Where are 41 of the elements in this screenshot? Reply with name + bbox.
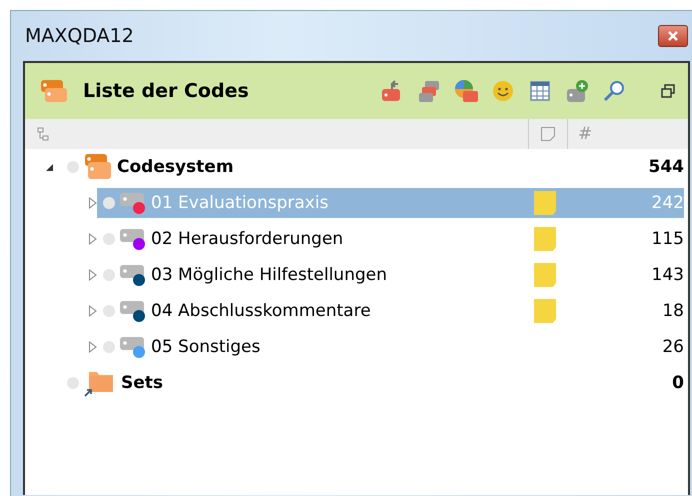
code-count: 26: [661, 337, 684, 357]
expand-arrow-icon[interactable]: [88, 233, 98, 245]
search-icon[interactable]: [602, 79, 626, 103]
activation-dot[interactable]: [103, 269, 115, 281]
activation-dot[interactable]: [67, 161, 79, 173]
tree-item[interactable]: Codesystem: [117, 157, 534, 177]
code-row[interactable]: 05 Sonstiges 26: [97, 332, 684, 362]
tags-icon: [83, 153, 113, 181]
activation-dot[interactable]: [103, 341, 115, 353]
restore-icon[interactable]: [660, 83, 676, 99]
tags-icon: [39, 78, 69, 104]
code-row[interactable]: 04 Abschlusskommentare 18: [97, 296, 684, 326]
table-icon[interactable]: [528, 79, 552, 103]
close-icon: [668, 31, 678, 41]
tag-add-icon[interactable]: [565, 79, 589, 103]
activation-dot[interactable]: [103, 233, 115, 245]
code-count: 544: [648, 157, 684, 177]
code-count: 242: [650, 193, 684, 213]
window-title: MAXQDA12: [25, 25, 134, 47]
tree-item[interactable]: Sets: [121, 373, 534, 393]
code-count: 0: [671, 373, 684, 393]
expand-arrow-icon[interactable]: [88, 269, 98, 281]
activation-dot[interactable]: [103, 305, 115, 317]
collapse-arrow-icon[interactable]: [44, 162, 54, 172]
activation-dot[interactable]: [67, 377, 79, 389]
close-button[interactable]: [658, 25, 688, 47]
code-row[interactable]: 03 Mögliche Hilfestellungen 143: [97, 260, 684, 290]
memo-column-icon[interactable]: [540, 126, 556, 142]
color-tag-icon[interactable]: [454, 79, 478, 103]
tags-icon[interactable]: [417, 79, 441, 103]
code-count: 18: [661, 301, 684, 321]
expand-arrow-icon[interactable]: [88, 341, 98, 353]
expand-arrow-icon[interactable]: [88, 305, 98, 317]
code-row[interactable]: 02 Herausforderungen 115: [97, 224, 684, 254]
smiley-icon[interactable]: [491, 79, 515, 103]
code-count: 143: [650, 265, 684, 285]
code-count: 115: [650, 229, 684, 249]
panel-title: Liste der Codes: [83, 80, 250, 102]
activation-dot[interactable]: [103, 197, 115, 209]
expand-arrow-icon[interactable]: [88, 197, 98, 209]
hierarchy-icon[interactable]: [37, 127, 49, 141]
